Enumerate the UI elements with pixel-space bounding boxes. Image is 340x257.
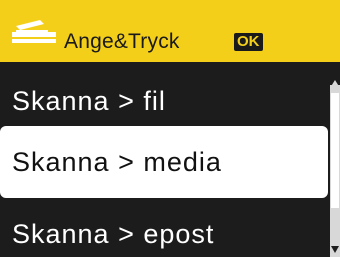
- scan-icon: [12, 20, 56, 43]
- header-bar: Ange&Tryck OK: [0, 0, 340, 62]
- scrollbar[interactable]: [330, 85, 340, 257]
- scroll-down-icon[interactable]: [331, 246, 339, 253]
- ok-badge: OK: [234, 33, 263, 51]
- menu-item-scan-to-file[interactable]: Skanna > fil: [0, 76, 330, 126]
- menu-list: Skanna > fil Skanna > media Skanna > epo…: [0, 62, 340, 257]
- menu-item-scan-to-media[interactable]: Skanna > media: [0, 126, 328, 198]
- menu-item-scan-to-email[interactable]: Skanna > epost: [0, 212, 330, 257]
- scroll-thumb[interactable]: [331, 93, 339, 208]
- page-title: Ange&Tryck: [64, 30, 180, 53]
